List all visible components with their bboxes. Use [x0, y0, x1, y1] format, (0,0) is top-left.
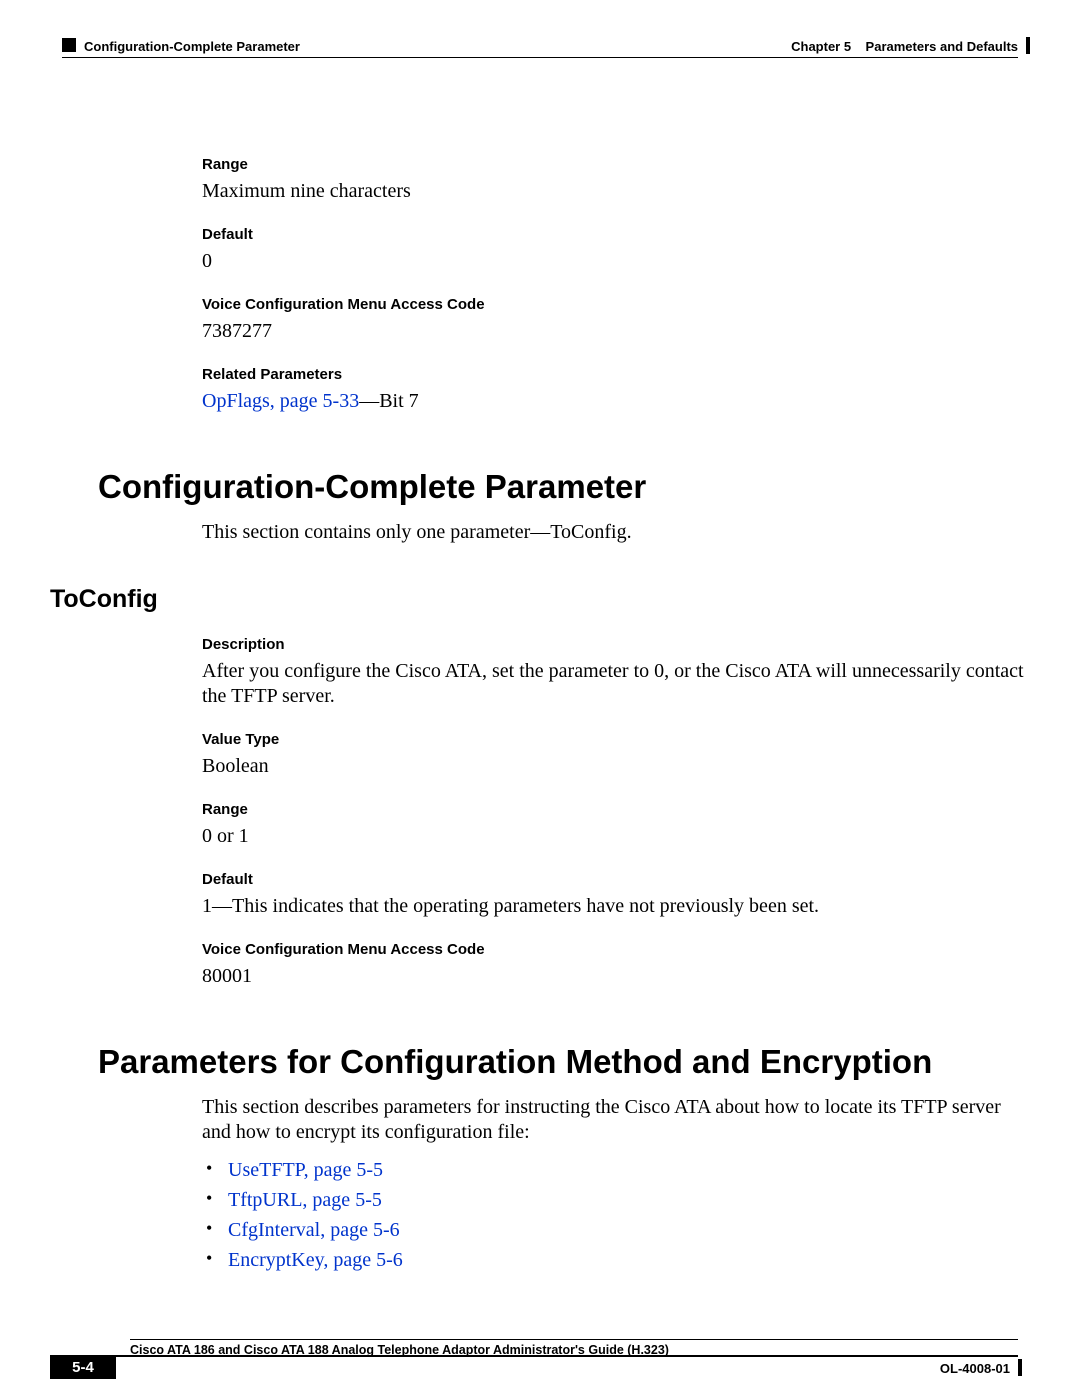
related-params-value: OpFlags, page 5-33—Bit 7 [202, 389, 1030, 414]
encryption-bullet-list: UseTFTP, page 5-5 TftpURL, page 5-5 CfgI… [202, 1155, 1030, 1275]
footer-top-line [130, 1339, 1018, 1340]
toconfig-heading: ToConfig [50, 585, 1030, 614]
range-label: Range [202, 156, 1030, 173]
toconfig-valuetype-value: Boolean [202, 754, 1030, 779]
cfginterval-link[interactable]: CfgInterval, page 5-6 [228, 1219, 400, 1241]
toconfig-description-value: After you configure the Cisco ATA, set t… [202, 659, 1030, 709]
content-area: Range Maximum nine characters Default 0 … [202, 68, 1030, 1275]
toconfig-description-label: Description [202, 636, 1030, 653]
config-method-encryption-heading: Parameters for Configuration Method and … [98, 1043, 1030, 1081]
header-chapter-title: Parameters and Defaults [866, 39, 1018, 54]
opflags-link[interactable]: OpFlags, page 5-33 [202, 390, 359, 412]
default-label: Default [202, 226, 1030, 243]
toconfig-valuetype-label: Value Type [202, 731, 1030, 748]
toconfig-default-label: Default [202, 871, 1030, 888]
related-params-label: Related Parameters [202, 366, 1030, 383]
header-right-bar-icon [1026, 37, 1030, 54]
header-underline [62, 57, 1018, 58]
usetftp-link[interactable]: UseTFTP, page 5-5 [228, 1159, 383, 1181]
footer-page-number: 5-4 [50, 1355, 116, 1379]
encryptkey-link[interactable]: EncryptKey, page 5-6 [228, 1249, 403, 1271]
default-value: 0 [202, 249, 1030, 274]
voice-code-label: Voice Configuration Menu Access Code [202, 296, 1030, 313]
footer-right-bar-icon [1018, 1359, 1022, 1376]
config-method-encryption-intro: This section describes parameters for in… [202, 1095, 1030, 1145]
list-item: CfgInterval, page 5-6 [202, 1215, 1030, 1245]
page-header: Configuration-Complete Parameter Chapter… [50, 38, 1030, 68]
list-item: TftpURL, page 5-5 [202, 1185, 1030, 1215]
voice-code-value: 7387277 [202, 319, 1030, 344]
header-left-square-icon [62, 38, 76, 52]
config-complete-intro: This section contains only one parameter… [202, 520, 1030, 545]
list-item: EncryptKey, page 5-6 [202, 1245, 1030, 1275]
toconfig-range-value: 0 or 1 [202, 824, 1030, 849]
range-value: Maximum nine characters [202, 179, 1030, 204]
related-params-suffix: —Bit 7 [359, 390, 418, 412]
page: Configuration-Complete Parameter Chapter… [0, 0, 1080, 1397]
tftpurl-link[interactable]: TftpURL, page 5-5 [228, 1189, 382, 1211]
toconfig-default-value: 1—This indicates that the operating para… [202, 894, 1030, 919]
header-chapter: Chapter 5 Parameters and Defaults [791, 39, 1018, 54]
list-item: UseTFTP, page 5-5 [202, 1155, 1030, 1185]
config-complete-heading: Configuration-Complete Parameter [98, 468, 1030, 506]
header-chapter-label: Chapter 5 [791, 39, 851, 54]
toconfig-voice-value: 80001 [202, 964, 1030, 989]
footer-page-bar [116, 1355, 1018, 1357]
toconfig-range-label: Range [202, 801, 1030, 818]
header-section-title: Configuration-Complete Parameter [84, 39, 300, 54]
toconfig-voice-label: Voice Configuration Menu Access Code [202, 941, 1030, 958]
page-footer: Cisco ATA 186 and Cisco ATA 188 Analog T… [50, 1339, 1030, 1397]
footer-doc-id: OL-4008-01 [940, 1361, 1010, 1376]
